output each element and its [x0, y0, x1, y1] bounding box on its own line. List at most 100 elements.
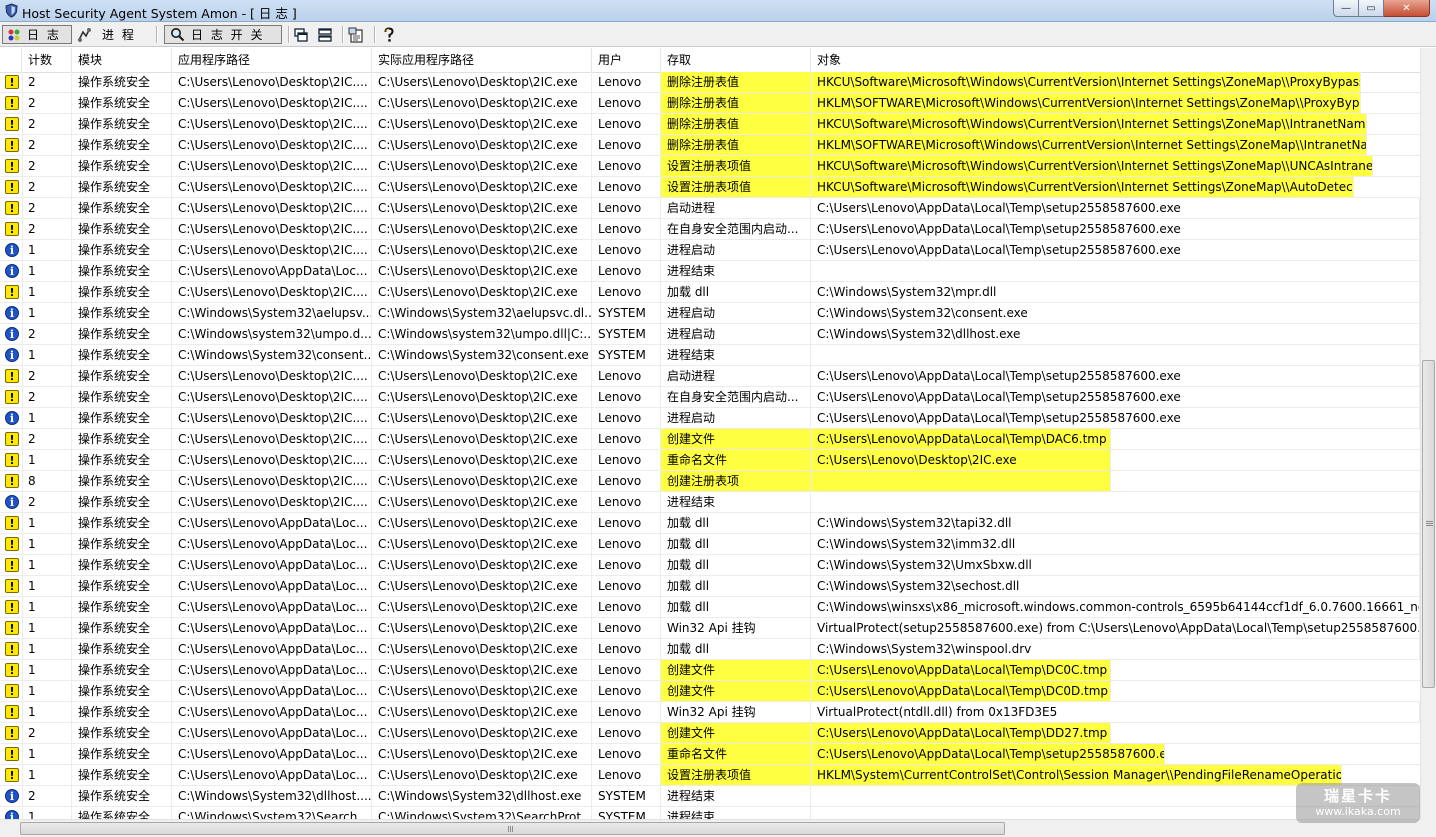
user-cell: Lenovo	[592, 513, 661, 533]
table-row[interactable]: i 2 操作系统安全 C:\Users\Lenovo\Desktop\2IC.... C…	[0, 492, 1420, 513]
module-cell: 操作系统安全	[72, 618, 172, 638]
table-row[interactable]: i 1 操作系统安全 C:\Users\Lenovo\Desktop\2IC.... C…	[0, 408, 1420, 429]
severity-cell: !	[0, 534, 23, 554]
process-button[interactable]: 进 程	[76, 25, 146, 44]
table-row[interactable]: ! 1 操作系统安全 C:\Users\Lenovo\Desktop\2IC.... C…	[0, 450, 1420, 471]
table-row[interactable]: ! 1 操作系统安全 C:\Users\Lenovo\AppData\Loc... C:…	[0, 618, 1420, 639]
column-header-object[interactable]: 对象	[811, 48, 1420, 72]
severity-cell: !	[0, 555, 23, 575]
app-path-cell: C:\Users\Lenovo\AppData\Loc...	[172, 723, 372, 743]
table-row[interactable]: i 1 操作系统安全 C:\Windows\System32\consent... C:…	[0, 345, 1420, 366]
access-cell: Win32 Api 挂钩	[661, 702, 811, 722]
vertical-scrollbar[interactable]	[1420, 48, 1436, 819]
column-header-user[interactable]: 用户	[592, 48, 661, 72]
user-cell: SYSTEM	[592, 786, 661, 806]
tile-icon	[318, 27, 332, 42]
table-row[interactable]: ! 2 操作系统安全 C:\Users\Lenovo\Desktop\2IC.... C…	[0, 156, 1420, 177]
table-row[interactable]: ! 2 操作系统安全 C:\Users\Lenovo\Desktop\2IC.... C…	[0, 198, 1420, 219]
table-row[interactable]: ! 1 操作系统安全 C:\Users\Lenovo\AppData\Loc... C:…	[0, 576, 1420, 597]
real-app-path-cell: C:\Users\Lenovo\Desktop\2IC.exe	[372, 639, 592, 659]
close-button[interactable]: ✕	[1384, 0, 1430, 17]
user-cell: Lenovo	[592, 282, 661, 302]
column-header-real-app-path[interactable]: 实际应用程序路径	[372, 48, 592, 72]
table-row[interactable]: ! 2 操作系统安全 C:\Users\Lenovo\Desktop\2IC.... C…	[0, 177, 1420, 198]
table-row[interactable]: ! 1 操作系统安全 C:\Users\Lenovo\AppData\Loc... C:…	[0, 513, 1420, 534]
access-cell: 加载 dll	[661, 576, 811, 596]
user-cell: Lenovo	[592, 261, 661, 281]
log-switch-button[interactable]: 日 志 开 关	[164, 25, 282, 44]
table-row[interactable]: ! 1 操作系统安全 C:\Users\Lenovo\AppData\Loc... C:…	[0, 765, 1420, 786]
table-row[interactable]: i 2 操作系统安全 C:\Windows\System32\dllhost.... C…	[0, 786, 1420, 807]
access-cell: 启动进程	[661, 198, 811, 218]
table-row[interactable]: i 1 操作系统安全 C:\Windows\System32\aelupsv... C:…	[0, 303, 1420, 324]
column-header-module[interactable]: 模块	[72, 48, 172, 72]
module-cell: 操作系统安全	[72, 744, 172, 764]
table-row[interactable]: ! 1 操作系统安全 C:\Users\Lenovo\AppData\Loc... C:…	[0, 534, 1420, 555]
info-icon: i	[5, 348, 19, 362]
real-app-path-cell: C:\Users\Lenovo\Desktop\2IC.exe	[372, 492, 592, 512]
table-row[interactable]: ! 8 操作系统安全 C:\Users\Lenovo\Desktop\2IC.... C…	[0, 471, 1420, 492]
table-row[interactable]: i 1 操作系统安全 C:\Users\Lenovo\AppData\Loc... C:…	[0, 261, 1420, 282]
severity-cell: !	[0, 135, 23, 155]
real-app-path-cell: C:\Users\Lenovo\Desktop\2IC.exe	[372, 576, 592, 596]
real-app-path-cell: C:\Users\Lenovo\Desktop\2IC.exe	[372, 177, 592, 197]
table-row[interactable]: ! 1 操作系统安全 C:\Users\Lenovo\Desktop\2IC.... C…	[0, 282, 1420, 303]
count-cell: 1	[22, 660, 72, 680]
user-cell: Lenovo	[592, 135, 661, 155]
table-row[interactable]: ! 2 操作系统安全 C:\Users\Lenovo\Desktop\2IC.... C…	[0, 93, 1420, 114]
column-header-count[interactable]: 计数	[22, 48, 72, 72]
properties-button[interactable]	[348, 25, 368, 44]
table-row[interactable]: ! 1 操作系统安全 C:\Users\Lenovo\AppData\Loc... C:…	[0, 681, 1420, 702]
access-cell: 设置注册表项值	[661, 177, 811, 197]
user-cell: Lenovo	[592, 576, 661, 596]
table-row[interactable]: ! 2 操作系统安全 C:\Users\Lenovo\Desktop\2IC.... C…	[0, 135, 1420, 156]
real-app-path-cell: C:\Users\Lenovo\Desktop\2IC.exe	[372, 660, 592, 680]
severity-cell: !	[0, 513, 23, 533]
app-path-cell: C:\Windows\System32\dllhost....	[172, 786, 372, 806]
horizontal-scrollbar[interactable]	[0, 819, 1420, 837]
table-row[interactable]: ! 2 操作系统安全 C:\Users\Lenovo\Desktop\2IC.... C…	[0, 387, 1420, 408]
help-button[interactable]	[382, 25, 400, 44]
table-row[interactable]: ! 2 操作系统安全 C:\Users\Lenovo\Desktop\2IC.... C…	[0, 72, 1420, 93]
table-row[interactable]: ! 2 操作系统安全 C:\Users\Lenovo\Desktop\2IC.... C…	[0, 219, 1420, 240]
user-cell: SYSTEM	[592, 345, 661, 365]
severity-cell: !	[0, 282, 23, 302]
cascade-windows-button[interactable]	[294, 25, 312, 44]
tile-windows-button[interactable]	[318, 25, 336, 44]
table-row[interactable]: ! 2 操作系统安全 C:\Users\Lenovo\Desktop\2IC.... C…	[0, 366, 1420, 387]
column-header-icon[interactable]	[0, 48, 22, 72]
column-header-app-path[interactable]: 应用程序路径	[172, 48, 372, 72]
log-button[interactable]: 日 志	[2, 25, 72, 44]
table-row[interactable]: i 1 操作系统安全 C:\Users\Lenovo\Desktop\2IC.... C…	[0, 240, 1420, 261]
app-path-cell: C:\Users\Lenovo\AppData\Loc...	[172, 681, 372, 701]
app-path-cell: C:\Users\Lenovo\AppData\Loc...	[172, 597, 372, 617]
access-cell: 创建文件	[661, 429, 811, 449]
module-cell: 操作系统安全	[72, 786, 172, 806]
real-app-path-cell: C:\Users\Lenovo\Desktop\2IC.exe	[372, 681, 592, 701]
warning-icon: !	[5, 705, 19, 719]
table-row[interactable]: ! 2 操作系统安全 C:\Users\Lenovo\Desktop\2IC.... C…	[0, 429, 1420, 450]
table-row[interactable]: ! 2 操作系统安全 C:\Users\Lenovo\Desktop\2IC.... C…	[0, 114, 1420, 135]
horizontal-scroll-thumb[interactable]	[20, 822, 1005, 835]
vertical-scroll-thumb[interactable]	[1422, 360, 1435, 688]
table-row[interactable]: ! 1 操作系统安全 C:\Users\Lenovo\AppData\Loc... C:…	[0, 660, 1420, 681]
table-row[interactable]: i 2 操作系统安全 C:\Windows\system32\umpo.d... C:\…	[0, 324, 1420, 345]
object-cell: C:\Users\Lenovo\AppData\Local\Temp\setup…	[811, 219, 1420, 239]
count-cell: 2	[22, 324, 72, 344]
column-header-access[interactable]: 存取	[661, 48, 811, 72]
app-path-cell: C:\Windows\system32\umpo.d...	[172, 324, 372, 344]
table-row[interactable]: i 1 操作系统安全 C:\Windows\System32\Search... C:\…	[0, 807, 1420, 819]
table-row[interactable]: ! 1 操作系统安全 C:\Users\Lenovo\AppData\Loc... C:…	[0, 744, 1420, 765]
table-row[interactable]: ! 1 操作系统安全 C:\Users\Lenovo\AppData\Loc... C:…	[0, 702, 1420, 723]
warning-icon: !	[5, 453, 19, 467]
table-row[interactable]: ! 1 操作系统安全 C:\Users\Lenovo\AppData\Loc... C:…	[0, 555, 1420, 576]
severity-cell: !	[0, 576, 23, 596]
severity-cell: i	[0, 492, 23, 512]
table-row[interactable]: ! 1 操作系统安全 C:\Users\Lenovo\AppData\Loc... C:…	[0, 597, 1420, 618]
table-row[interactable]: ! 1 操作系统安全 C:\Users\Lenovo\AppData\Loc... C:…	[0, 639, 1420, 660]
table-row[interactable]: ! 2 操作系统安全 C:\Users\Lenovo\AppData\Loc... C:…	[0, 723, 1420, 744]
count-cell: 1	[22, 681, 72, 701]
severity-cell: !	[0, 177, 23, 197]
minimize-button[interactable]: —	[1333, 0, 1359, 17]
maximize-button[interactable]: ▭	[1359, 0, 1384, 17]
